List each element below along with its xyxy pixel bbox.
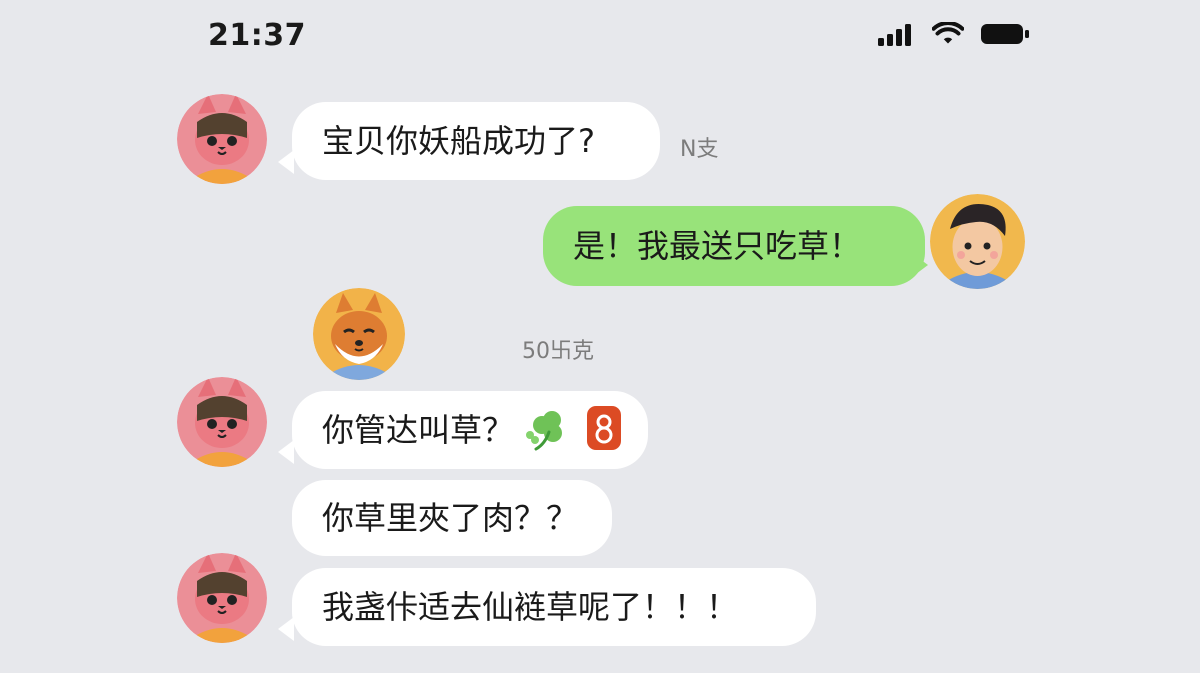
message-bubble-2[interactable]: 是！我最送只吃草！	[543, 206, 925, 286]
status-icons	[878, 22, 1030, 46]
status-bar: 21:37	[0, 0, 1200, 78]
bubble-tail-6	[278, 617, 294, 641]
chat-screen: 21:37 宝贝你妖船成功了? N支 是！我最送只吃草！ 50卐克 你管达叫草？…	[0, 0, 1200, 673]
clover-sticker-icon	[522, 402, 574, 459]
status-time: 21:37	[208, 18, 306, 53]
message-text-5: 你草里夾了肉？？	[322, 499, 579, 537]
message-text-2: 是！我最送只吃草！	[573, 227, 862, 265]
bubble-tail-4	[278, 440, 294, 464]
cat-avatar-3[interactable]	[177, 553, 267, 643]
red-badge-sticker-icon	[582, 402, 628, 459]
message-bubble-6[interactable]: 我盏佧适去仙裢草呢了！！！	[292, 568, 816, 646]
message-text-6: 我盏佧适去仙裢草呢了！！！	[322, 588, 739, 626]
message-meta-3: 50卐克	[522, 339, 594, 364]
wifi-icon	[932, 22, 964, 46]
bubble-tail-1	[278, 150, 294, 174]
message-text-1: 宝贝你妖船成功了?	[322, 122, 595, 160]
signal-icon	[878, 22, 916, 46]
boy-avatar[interactable]	[930, 194, 1025, 289]
message-bubble-1[interactable]: 宝贝你妖船成功了?	[292, 102, 660, 180]
cat-avatar-2[interactable]	[177, 377, 267, 467]
message-bubble-5[interactable]: 你草里夾了肉？？	[292, 480, 612, 556]
bubble-tail-2	[912, 253, 928, 277]
battery-icon	[980, 22, 1030, 46]
message-text-4: 你管达叫草？	[322, 411, 515, 449]
shiba-avatar[interactable]	[313, 288, 405, 380]
message-meta-1: N支	[680, 137, 719, 162]
message-bubble-4[interactable]: 你管达叫草？	[292, 391, 648, 469]
cat-avatar[interactable]	[177, 94, 267, 184]
